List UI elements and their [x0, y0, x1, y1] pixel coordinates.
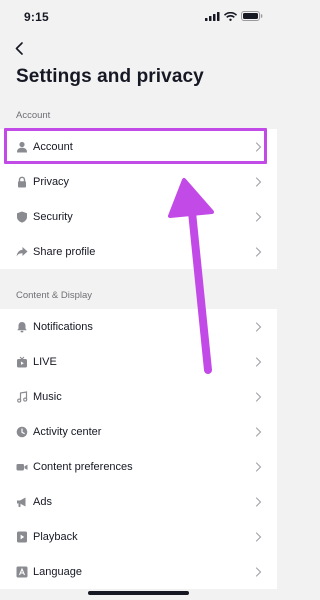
settings-item-label: Language	[33, 565, 82, 578]
settings-item-content-preferences[interactable]: Content preferences	[0, 449, 277, 484]
lock-icon	[16, 176, 28, 188]
status-time: 9:15	[24, 10, 49, 24]
video-camera-icon	[16, 461, 28, 473]
settings-item-label: Activity center	[33, 425, 102, 438]
settings-item-label: Notifications	[33, 320, 93, 333]
chevron-right-icon	[255, 426, 262, 437]
content-display-settings-group: Notifications LIVE Music Activity center…	[0, 309, 277, 589]
settings-item-playback[interactable]: Playback	[0, 519, 277, 554]
settings-item-activity-center[interactable]: Activity center	[0, 414, 277, 449]
bell-icon	[16, 321, 28, 333]
settings-item-label: Music	[33, 390, 62, 403]
chevron-right-icon	[255, 141, 262, 152]
settings-item-account[interactable]: Account	[0, 129, 277, 164]
settings-item-music[interactable]: Music	[0, 379, 277, 414]
settings-item-live[interactable]: LIVE	[0, 344, 277, 379]
settings-item-label: Playback	[33, 530, 78, 543]
section-label-account: Account	[16, 110, 51, 121]
settings-item-ads[interactable]: Ads	[0, 484, 277, 519]
settings-item-share-profile[interactable]: Share profile	[0, 234, 277, 269]
home-indicator	[88, 591, 189, 595]
page-title: Settings and privacy	[16, 66, 204, 87]
chevron-right-icon	[255, 321, 262, 332]
shield-icon	[16, 211, 28, 223]
megaphone-icon	[16, 496, 28, 508]
settings-item-label: Share profile	[33, 245, 96, 258]
chevron-left-icon	[15, 41, 23, 55]
account-settings-group: Account Privacy Security Share profile	[0, 129, 277, 269]
chevron-right-icon	[255, 391, 262, 402]
chevron-right-icon	[255, 176, 262, 187]
chevron-right-icon	[255, 566, 262, 577]
signal-icon	[205, 11, 220, 21]
settings-item-privacy[interactable]: Privacy	[0, 164, 277, 199]
chevron-right-icon	[255, 211, 262, 222]
wifi-icon	[224, 11, 237, 21]
settings-item-label: LIVE	[33, 355, 57, 368]
live-tv-icon	[16, 356, 28, 368]
status-icons	[205, 11, 263, 21]
battery-icon	[241, 11, 263, 21]
chevron-right-icon	[255, 356, 262, 367]
clock-icon	[16, 426, 28, 438]
chevron-right-icon	[255, 496, 262, 507]
settings-item-notifications[interactable]: Notifications	[0, 309, 277, 344]
chevron-right-icon	[255, 246, 262, 257]
settings-item-label: Ads	[33, 495, 52, 508]
chevron-right-icon	[255, 531, 262, 542]
section-label-content-display: Content & Display	[16, 290, 93, 301]
settings-item-label: Security	[33, 210, 73, 223]
settings-item-label: Content preferences	[33, 460, 133, 473]
settings-item-label: Privacy	[33, 175, 70, 188]
language-icon	[16, 566, 28, 578]
share-icon	[16, 246, 28, 258]
status-bar: 9:15	[0, 0, 277, 32]
back-button[interactable]	[8, 37, 30, 59]
person-icon	[16, 141, 28, 153]
chevron-right-icon	[255, 461, 262, 472]
settings-item-security[interactable]: Security	[0, 199, 277, 234]
settings-item-label: Account	[33, 140, 73, 153]
play-icon	[16, 531, 28, 543]
settings-item-language[interactable]: Language	[0, 554, 277, 589]
music-note-icon	[16, 390, 28, 403]
